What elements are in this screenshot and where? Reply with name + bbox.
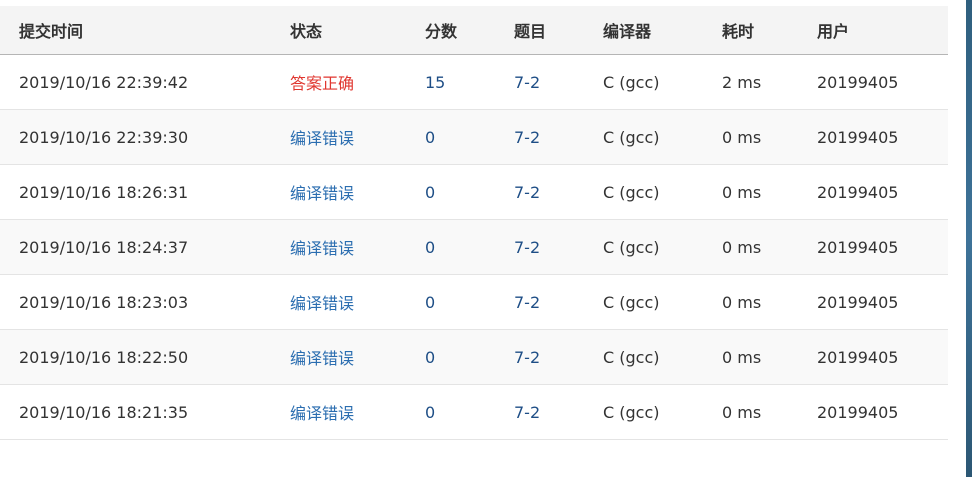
time-used-cell: 0 ms	[722, 292, 762, 312]
table-header: 提交时间 状态 分数 题目 编译器 耗时 用户	[0, 6, 948, 55]
score-link[interactable]: 0	[406, 348, 495, 367]
header-submit-time: 提交时间	[19, 22, 84, 41]
submissions-page: 提交时间 状态 分数 题目 编译器 耗时 用户 2019/10/16 22:39…	[0, 0, 972, 477]
score-link[interactable]: 15	[406, 73, 495, 92]
problem-link[interactable]: 7-2	[495, 128, 584, 147]
header-compiler: 编译器	[603, 22, 652, 41]
header-user: 用户	[817, 22, 850, 41]
submit-time-cell: 2019/10/16 18:23:03	[19, 292, 189, 312]
status-link[interactable]: 编译错误	[271, 400, 406, 424]
problem-link[interactable]: 7-2	[495, 238, 584, 257]
time-used-cell: 0 ms	[722, 182, 762, 202]
score-link[interactable]: 0	[406, 293, 495, 312]
submit-time-cell: 2019/10/16 22:39:42	[19, 72, 189, 92]
problem-link[interactable]: 7-2	[495, 348, 584, 367]
header-problem: 题目	[514, 22, 547, 41]
compiler-cell: C (gcc)	[603, 402, 660, 422]
table-row: 2019/10/16 18:22:50 编译错误 0 7-2 C (gcc) 0…	[0, 330, 948, 385]
problem-link[interactable]: 7-2	[495, 183, 584, 202]
submit-time-cell: 2019/10/16 18:21:35	[19, 402, 189, 422]
compiler-cell: C (gcc)	[603, 182, 660, 202]
compiler-cell: C (gcc)	[603, 72, 660, 92]
user-cell: 20199405	[817, 72, 899, 92]
user-cell: 20199405	[817, 292, 899, 312]
status-link[interactable]: 编译错误	[271, 345, 406, 369]
compiler-cell: C (gcc)	[603, 292, 660, 312]
user-cell: 20199405	[817, 347, 899, 367]
table-row: 2019/10/16 18:24:37 编译错误 0 7-2 C (gcc) 0…	[0, 220, 948, 275]
status-link[interactable]: 答案正确	[271, 70, 406, 94]
score-link[interactable]: 0	[406, 238, 495, 257]
submit-time-cell: 2019/10/16 22:39:30	[19, 127, 189, 147]
status-link[interactable]: 编译错误	[271, 125, 406, 149]
table-row: 2019/10/16 22:39:30 编译错误 0 7-2 C (gcc) 0…	[0, 110, 948, 165]
time-used-cell: 0 ms	[722, 127, 762, 147]
table-row: 2019/10/16 18:26:31 编译错误 0 7-2 C (gcc) 0…	[0, 165, 948, 220]
time-used-cell: 0 ms	[722, 402, 762, 422]
submit-time-cell: 2019/10/16 18:26:31	[19, 182, 189, 202]
status-link[interactable]: 编译错误	[271, 180, 406, 204]
status-link[interactable]: 编译错误	[271, 290, 406, 314]
status-link[interactable]: 编译错误	[271, 235, 406, 259]
compiler-cell: C (gcc)	[603, 127, 660, 147]
problem-link[interactable]: 7-2	[495, 403, 584, 422]
compiler-cell: C (gcc)	[603, 237, 660, 257]
window-edge-strip	[966, 0, 972, 477]
time-used-cell: 2 ms	[722, 72, 762, 92]
user-cell: 20199405	[817, 402, 899, 422]
header-time-used: 耗时	[722, 22, 755, 41]
score-link[interactable]: 0	[406, 128, 495, 147]
table-row: 2019/10/16 18:23:03 编译错误 0 7-2 C (gcc) 0…	[0, 275, 948, 330]
compiler-cell: C (gcc)	[603, 347, 660, 367]
problem-link[interactable]: 7-2	[495, 293, 584, 312]
submissions-table: 提交时间 状态 分数 题目 编译器 耗时 用户 2019/10/16 22:39…	[0, 6, 948, 440]
score-link[interactable]: 0	[406, 183, 495, 202]
user-cell: 20199405	[817, 127, 899, 147]
table-row: 2019/10/16 18:21:35 编译错误 0 7-2 C (gcc) 0…	[0, 385, 948, 440]
user-cell: 20199405	[817, 237, 899, 257]
problem-link[interactable]: 7-2	[495, 73, 584, 92]
header-score: 分数	[425, 22, 458, 41]
user-cell: 20199405	[817, 182, 899, 202]
submit-time-cell: 2019/10/16 18:24:37	[19, 237, 189, 257]
submit-time-cell: 2019/10/16 18:22:50	[19, 347, 189, 367]
table-row: 2019/10/16 22:39:42 答案正确 15 7-2 C (gcc) …	[0, 55, 948, 110]
score-link[interactable]: 0	[406, 403, 495, 422]
time-used-cell: 0 ms	[722, 347, 762, 367]
time-used-cell: 0 ms	[722, 237, 762, 257]
header-status: 状态	[290, 22, 323, 41]
